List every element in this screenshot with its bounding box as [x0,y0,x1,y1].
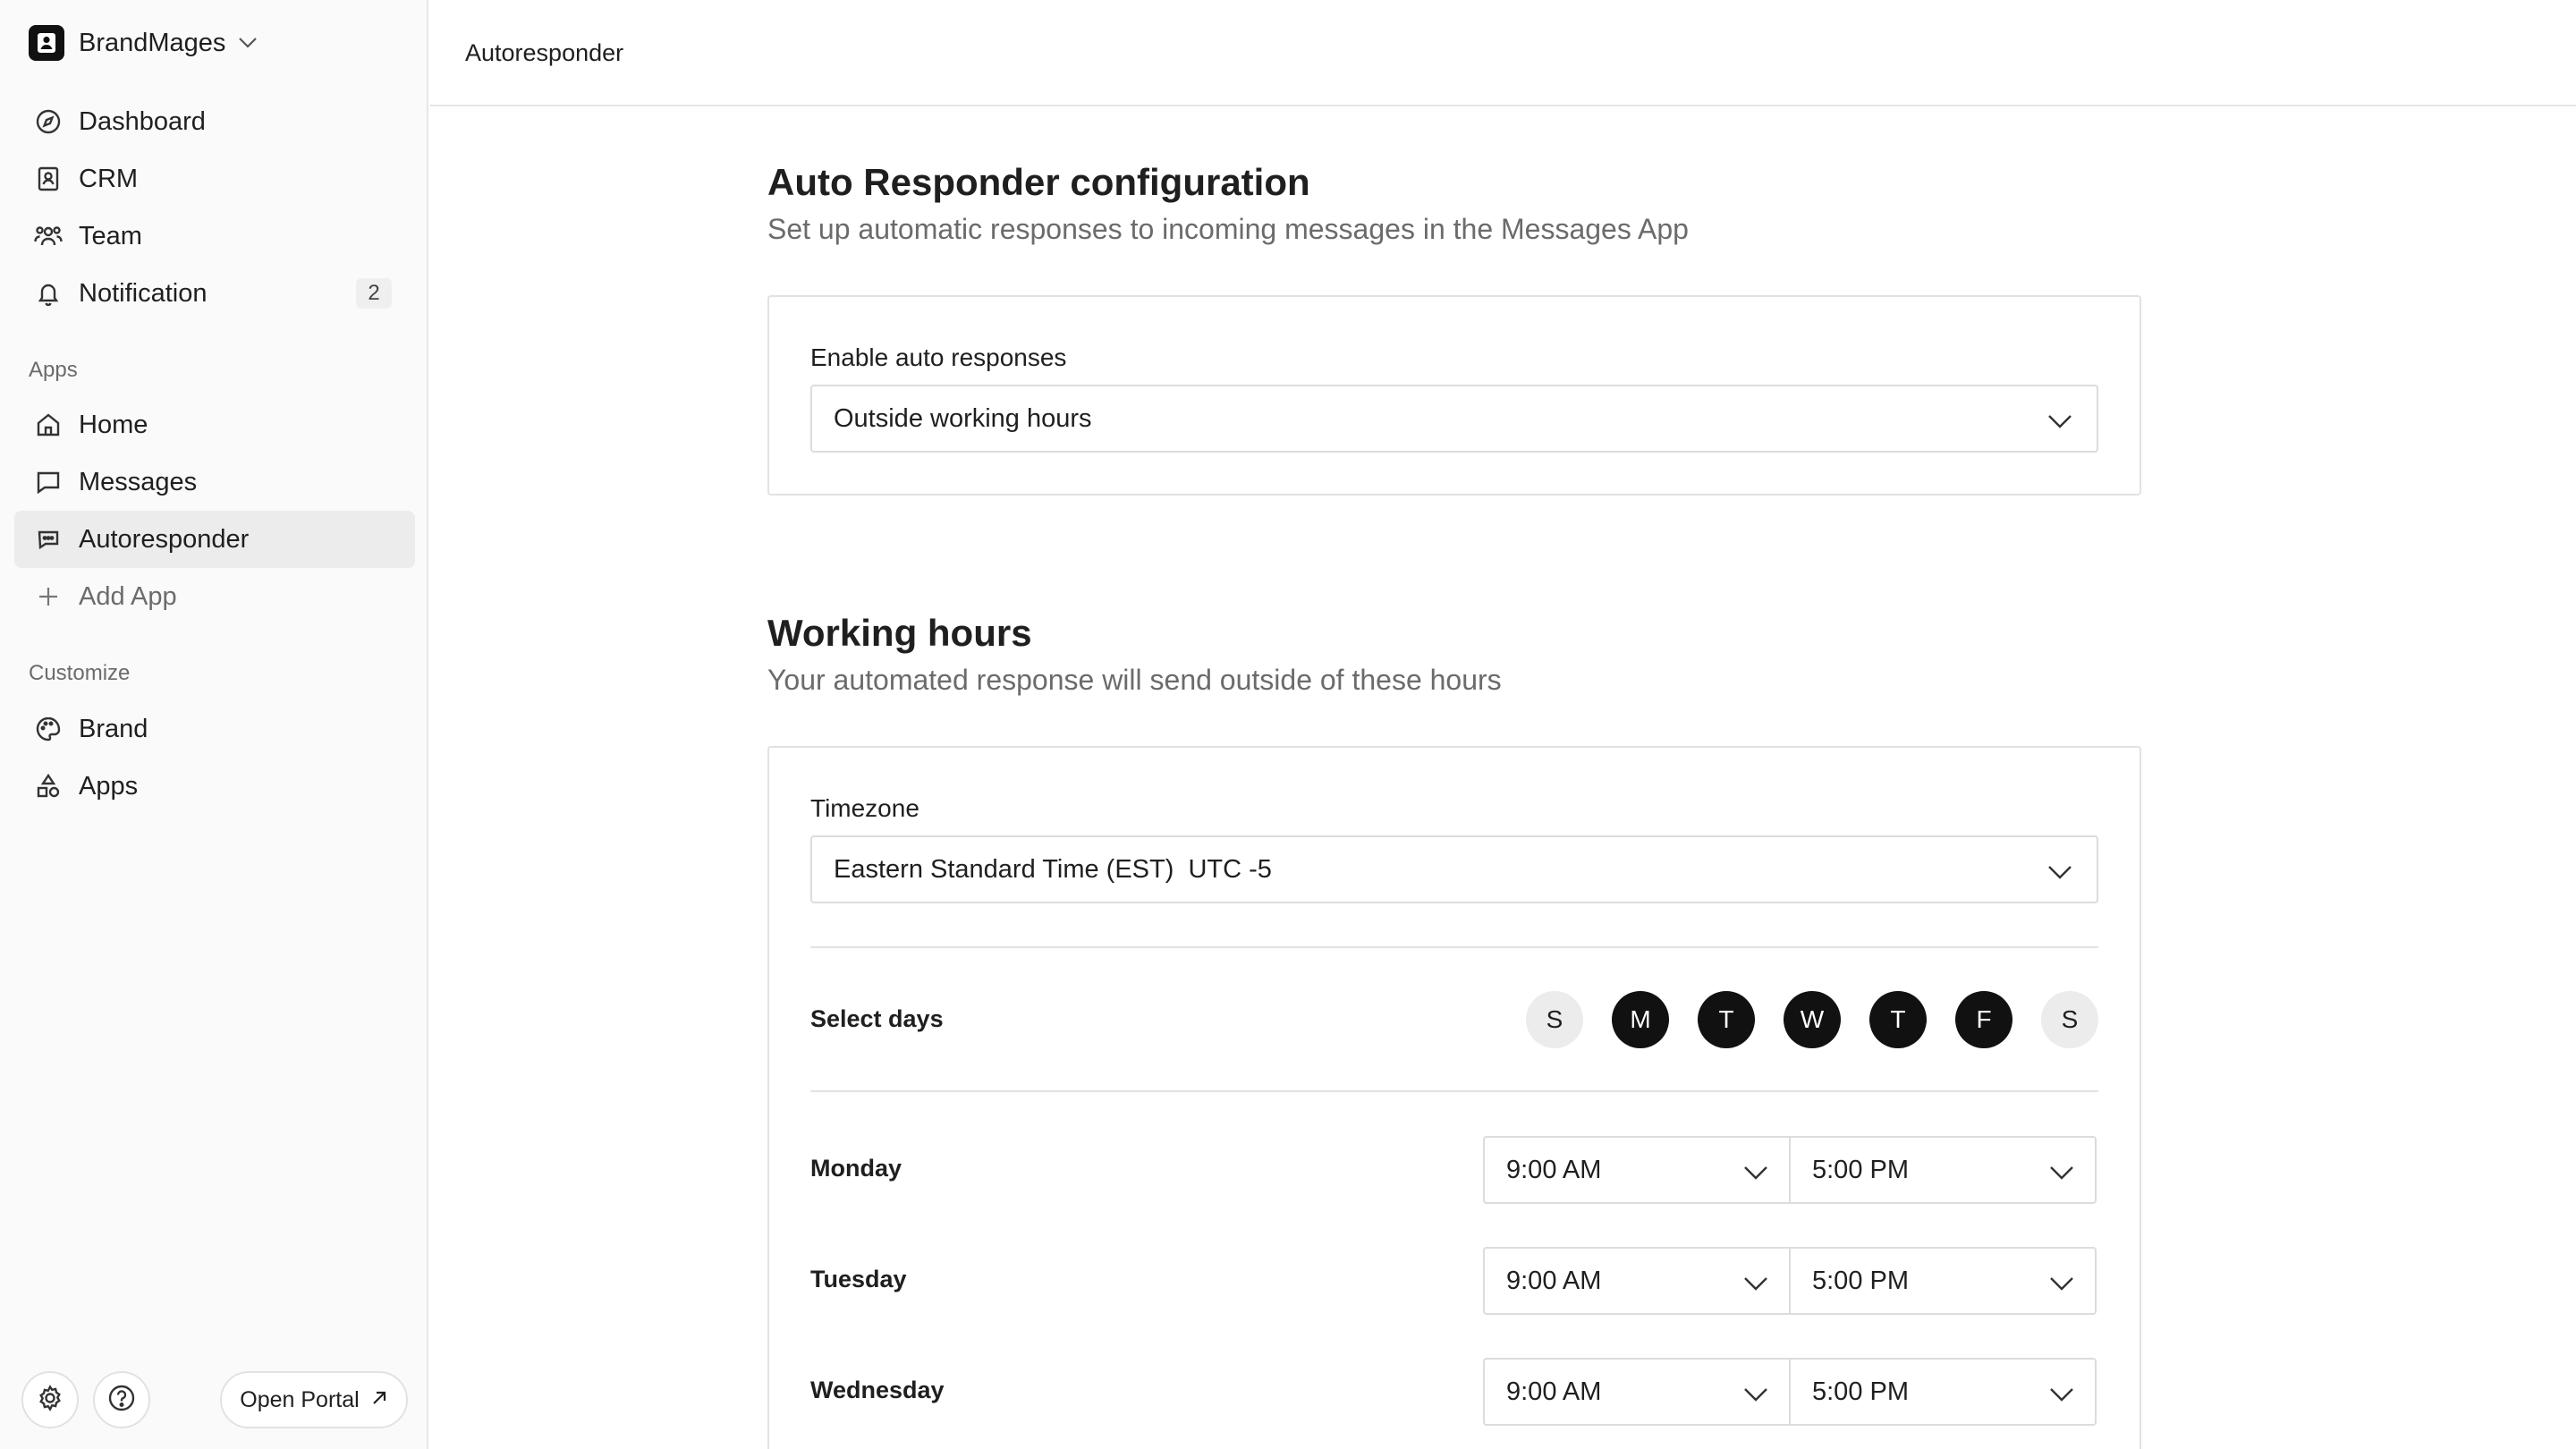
nav-label: Brand [79,714,148,743]
day-toggle-tuesday[interactable]: T [1698,991,1755,1048]
nav-item-dashboard[interactable]: Dashboard [14,93,415,150]
nav-item-autoresponder[interactable]: Autoresponder [14,511,415,568]
open-portal-button[interactable]: Open Portal [220,1371,408,1428]
section-title-customize: Customize [29,661,131,685]
workspace-name: BrandMages [79,28,226,57]
chevron-down-icon [2048,1159,2075,1189]
divider [810,946,2098,948]
nav-item-brand[interactable]: Brand [14,700,415,758]
page-title: Autoresponder [465,39,624,66]
autoresponder-icon [32,523,64,555]
palette-icon [32,713,64,745]
start-time-select[interactable]: 9:00 AM [1483,1358,1791,1426]
section-title-apps: Apps [29,358,78,382]
chevron-down-icon [2046,859,2073,888]
day-toggle-monday[interactable]: M [1612,991,1669,1048]
select-days-label: Select days [810,1005,944,1032]
nav-label: Team [79,221,142,250]
nav-label: Add App [79,581,177,611]
notification-count-badge: 2 [356,278,392,309]
end-time-select[interactable]: 5:00 PM [1789,1247,2097,1315]
end-time-select[interactable]: 5:00 PM [1789,1358,2097,1426]
chevron-down-icon [2048,1381,2075,1411]
day-toggle-friday[interactable]: F [1955,991,2012,1048]
start-time-select[interactable]: 9:00 AM [1483,1247,1791,1315]
team-icon [32,220,64,252]
day-toggle-sunday[interactable]: S [1526,991,1583,1048]
config-section-subtitle: Set up automatic responses to incoming m… [767,213,1689,245]
nav-item-messages[interactable]: Messages [14,453,415,511]
chevron-down-icon [238,37,258,49]
day-toggle-thursday[interactable]: T [1869,991,1927,1048]
workspace-switcher[interactable]: BrandMages [29,25,258,61]
day-toggle-saturday[interactable]: S [2041,991,2098,1048]
home-icon [32,409,64,441]
open-portal-label: Open Portal [240,1386,360,1412]
sidebar: BrandMages Dashboard CRM Team Notificati… [0,0,428,1449]
help-button[interactable] [93,1371,150,1428]
start-time-select[interactable]: 9:00 AM [1483,1136,1791,1204]
schedule-day-label: Monday [810,1155,902,1182]
gear-icon [36,1384,64,1417]
nav-item-home[interactable]: Home [14,396,415,453]
arrow-up-right-icon [370,1387,388,1413]
message-icon [32,466,64,498]
brand-logo-icon [29,25,64,61]
nav-item-add-app[interactable]: Add App [14,568,415,625]
nav-label: CRM [79,164,139,193]
plus-icon [32,580,64,613]
settings-button[interactable] [21,1371,79,1428]
nav-label: Dashboard [79,106,206,136]
chevron-down-icon [1742,1381,1769,1411]
select-value: 5:00 PM [1812,1155,1909,1184]
enable-auto-responses-label: Enable auto responses [810,343,1067,371]
chevron-down-icon [2046,408,2073,437]
select-value: 9:00 AM [1506,1266,1602,1295]
nav-label: Apps [79,771,139,801]
select-value: 9:00 AM [1506,1155,1602,1184]
select-value: 5:00 PM [1812,1266,1909,1295]
enable-auto-responses-select[interactable]: Outside working hours [810,385,2098,453]
timezone-label: Timezone [810,794,919,822]
nav-label: Messages [79,467,198,496]
nav-item-team[interactable]: Team [14,208,415,265]
timezone-select[interactable]: Eastern Standard Time (EST) UTC -5 [810,835,2098,903]
page-header: Autoresponder [430,0,2576,106]
config-section-title: Auto Responder configuration [767,161,1310,203]
nav-item-apps[interactable]: Apps [14,758,415,815]
divider [810,1090,2098,1092]
select-value: 5:00 PM [1812,1377,1909,1406]
nav-item-crm[interactable]: CRM [14,150,415,208]
chevron-down-icon [1742,1270,1769,1300]
select-value: 9:00 AM [1506,1377,1602,1406]
nav-label: Home [79,410,148,439]
chevron-down-icon [2048,1270,2075,1300]
bell-icon [32,277,64,309]
select-value: Outside working hours [834,403,1092,433]
schedule-day-label: Wednesday [810,1377,945,1403]
chevron-down-icon [1742,1159,1769,1189]
select-value: Eastern Standard Time (EST) UTC -5 [834,854,1272,884]
compass-icon [32,106,64,138]
nav-label: Autoresponder [79,524,250,554]
schedule-day-label: Tuesday [810,1266,907,1292]
nav-item-notification[interactable]: Notification 2 [14,265,415,322]
help-icon [106,1383,137,1418]
day-toggle-wednesday[interactable]: W [1784,991,1841,1048]
end-time-select[interactable]: 5:00 PM [1789,1136,2097,1204]
contact-book-icon [32,163,64,195]
working-hours-subtitle: Your automated response will send outsid… [767,664,1502,696]
shapes-icon [32,770,64,802]
working-hours-title: Working hours [767,612,1032,654]
nav-label: Notification [79,278,208,308]
